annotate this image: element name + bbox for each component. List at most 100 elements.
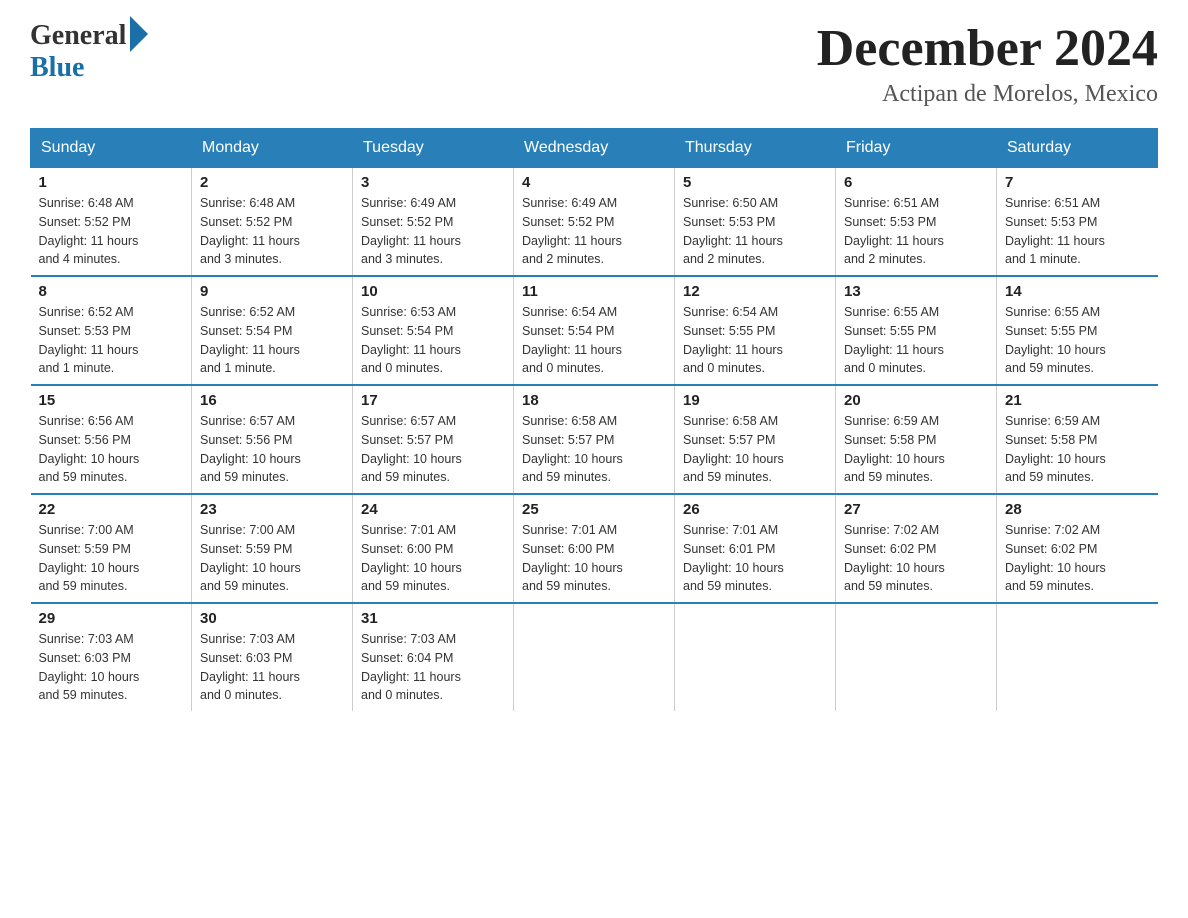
table-row: 29 Sunrise: 7:03 AM Sunset: 6:03 PM Dayli…: [31, 603, 192, 711]
logo-general-text: General: [30, 20, 126, 52]
day-number: 15: [39, 392, 184, 409]
table-row: 21 Sunrise: 6:59 AM Sunset: 5:58 PM Dayli…: [997, 385, 1158, 494]
table-row: 5 Sunrise: 6:50 AM Sunset: 5:53 PM Daylig…: [675, 168, 836, 277]
table-row: 30 Sunrise: 7:03 AM Sunset: 6:03 PM Dayli…: [192, 603, 353, 711]
day-number: 14: [1005, 283, 1150, 300]
day-number: 29: [39, 610, 184, 627]
table-row: 22 Sunrise: 7:00 AM Sunset: 5:59 PM Dayli…: [31, 494, 192, 603]
table-row: 18 Sunrise: 6:58 AM Sunset: 5:57 PM Dayli…: [514, 385, 675, 494]
title-section: December 2024 Actipan de Morelos, Mexico: [817, 20, 1158, 108]
day-number: 8: [39, 283, 184, 300]
calendar-week-row: 1 Sunrise: 6:48 AM Sunset: 5:52 PM Daylig…: [31, 168, 1158, 277]
day-info: Sunrise: 7:03 AM Sunset: 6:03 PM Dayligh…: [200, 630, 344, 705]
day-number: 25: [522, 501, 666, 518]
day-info: Sunrise: 6:48 AM Sunset: 5:52 PM Dayligh…: [200, 194, 344, 269]
day-number: 3: [361, 174, 505, 191]
table-row: 2 Sunrise: 6:48 AM Sunset: 5:52 PM Daylig…: [192, 168, 353, 277]
day-number: 27: [844, 501, 988, 518]
day-number: 19: [683, 392, 827, 409]
table-row: 23 Sunrise: 7:00 AM Sunset: 5:59 PM Dayli…: [192, 494, 353, 603]
day-number: 5: [683, 174, 827, 191]
day-info: Sunrise: 6:55 AM Sunset: 5:55 PM Dayligh…: [1005, 303, 1150, 378]
day-number: 20: [844, 392, 988, 409]
table-row: 4Sunrise: 6:49 AM Sunset: 5:52 PM Daylig…: [514, 168, 675, 277]
day-number: 30: [200, 610, 344, 627]
calendar-week-row: 8 Sunrise: 6:52 AM Sunset: 5:53 PM Daylig…: [31, 276, 1158, 385]
table-row: 12 Sunrise: 6:54 AM Sunset: 5:55 PM Dayli…: [675, 276, 836, 385]
day-info: Sunrise: 6:57 AM Sunset: 5:56 PM Dayligh…: [200, 412, 344, 487]
col-saturday: Saturday: [997, 129, 1158, 168]
day-info: Sunrise: 7:00 AM Sunset: 5:59 PM Dayligh…: [200, 521, 344, 596]
calendar-week-row: 15 Sunrise: 6:56 AM Sunset: 5:56 PM Dayli…: [31, 385, 1158, 494]
day-number: 18: [522, 392, 666, 409]
day-info: Sunrise: 6:52 AM Sunset: 5:53 PM Dayligh…: [39, 303, 184, 378]
table-row: 9Sunrise: 6:52 AM Sunset: 5:54 PM Daylig…: [192, 276, 353, 385]
day-info: Sunrise: 6:56 AM Sunset: 5:56 PM Dayligh…: [39, 412, 184, 487]
table-row: 31 Sunrise: 7:03 AM Sunset: 6:04 PM Dayli…: [353, 603, 514, 711]
day-info: Sunrise: 6:52 AM Sunset: 5:54 PM Dayligh…: [200, 303, 344, 378]
day-info: Sunrise: 6:55 AM Sunset: 5:55 PM Dayligh…: [844, 303, 988, 378]
table-row: 10 Sunrise: 6:53 AM Sunset: 5:54 PM Dayli…: [353, 276, 514, 385]
day-number: 12: [683, 283, 827, 300]
day-number: 22: [39, 501, 184, 518]
day-info: Sunrise: 6:59 AM Sunset: 5:58 PM Dayligh…: [844, 412, 988, 487]
table-row: 27 Sunrise: 7:02 AM Sunset: 6:02 PM Dayli…: [836, 494, 997, 603]
day-info: Sunrise: 6:54 AM Sunset: 5:55 PM Dayligh…: [683, 303, 827, 378]
calendar-table: Sunday Monday Tuesday Wednesday Thursday…: [30, 128, 1158, 711]
day-info: Sunrise: 7:01 AM Sunset: 6:00 PM Dayligh…: [361, 521, 505, 596]
table-row: 16 Sunrise: 6:57 AM Sunset: 5:56 PM Dayli…: [192, 385, 353, 494]
calendar-week-row: 22 Sunrise: 7:00 AM Sunset: 5:59 PM Dayli…: [31, 494, 1158, 603]
day-number: 23: [200, 501, 344, 518]
month-title: December 2024: [817, 20, 1158, 77]
day-number: 13: [844, 283, 988, 300]
col-friday: Friday: [836, 129, 997, 168]
day-number: 10: [361, 283, 505, 300]
day-info: Sunrise: 7:01 AM Sunset: 6:01 PM Dayligh…: [683, 521, 827, 596]
logo-blue-text: Blue: [30, 52, 84, 84]
day-info: Sunrise: 6:49 AM Sunset: 5:52 PM Dayligh…: [361, 194, 505, 269]
table-row: 28Sunrise: 7:02 AM Sunset: 6:02 PM Dayli…: [997, 494, 1158, 603]
day-info: Sunrise: 7:02 AM Sunset: 6:02 PM Dayligh…: [1005, 521, 1150, 596]
calendar-week-row: 29 Sunrise: 7:03 AM Sunset: 6:03 PM Dayli…: [31, 603, 1158, 711]
col-monday: Monday: [192, 129, 353, 168]
col-thursday: Thursday: [675, 129, 836, 168]
day-number: 26: [683, 501, 827, 518]
day-info: Sunrise: 7:03 AM Sunset: 6:03 PM Dayligh…: [39, 630, 184, 705]
day-info: Sunrise: 7:00 AM Sunset: 5:59 PM Dayligh…: [39, 521, 184, 596]
table-row: [675, 603, 836, 711]
table-row: [997, 603, 1158, 711]
table-row: 13 Sunrise: 6:55 AM Sunset: 5:55 PM Dayli…: [836, 276, 997, 385]
day-info: Sunrise: 6:53 AM Sunset: 5:54 PM Dayligh…: [361, 303, 505, 378]
day-number: 1: [39, 174, 184, 191]
table-row: [836, 603, 997, 711]
day-info: Sunrise: 7:02 AM Sunset: 6:02 PM Dayligh…: [844, 521, 988, 596]
day-number: 7: [1005, 174, 1150, 191]
table-row: 17Sunrise: 6:57 AM Sunset: 5:57 PM Dayli…: [353, 385, 514, 494]
table-row: 20 Sunrise: 6:59 AM Sunset: 5:58 PM Dayli…: [836, 385, 997, 494]
day-number: 2: [200, 174, 344, 191]
day-number: 21: [1005, 392, 1150, 409]
day-info: Sunrise: 6:48 AM Sunset: 5:52 PM Dayligh…: [39, 194, 184, 269]
day-number: 24: [361, 501, 505, 518]
table-row: 25 Sunrise: 7:01 AM Sunset: 6:00 PM Dayli…: [514, 494, 675, 603]
table-row: 14 Sunrise: 6:55 AM Sunset: 5:55 PM Dayli…: [997, 276, 1158, 385]
table-row: [514, 603, 675, 711]
day-number: 31: [361, 610, 505, 627]
day-info: Sunrise: 6:57 AM Sunset: 5:57 PM Dayligh…: [361, 412, 505, 487]
day-info: Sunrise: 6:51 AM Sunset: 5:53 PM Dayligh…: [844, 194, 988, 269]
logo: General Blue: [30, 20, 148, 84]
day-info: Sunrise: 6:59 AM Sunset: 5:58 PM Dayligh…: [1005, 412, 1150, 487]
table-row: 26 Sunrise: 7:01 AM Sunset: 6:01 PM Dayli…: [675, 494, 836, 603]
table-row: 6 Sunrise: 6:51 AM Sunset: 5:53 PM Daylig…: [836, 168, 997, 277]
day-info: Sunrise: 6:58 AM Sunset: 5:57 PM Dayligh…: [522, 412, 666, 487]
day-info: Sunrise: 6:58 AM Sunset: 5:57 PM Dayligh…: [683, 412, 827, 487]
location-title: Actipan de Morelos, Mexico: [817, 81, 1158, 108]
day-number: 6: [844, 174, 988, 191]
day-number: 16: [200, 392, 344, 409]
day-info: Sunrise: 6:50 AM Sunset: 5:53 PM Dayligh…: [683, 194, 827, 269]
day-info: Sunrise: 7:01 AM Sunset: 6:00 PM Dayligh…: [522, 521, 666, 596]
col-wednesday: Wednesday: [514, 129, 675, 168]
day-info: Sunrise: 6:49 AM Sunset: 5:52 PM Dayligh…: [522, 194, 666, 269]
table-row: 8 Sunrise: 6:52 AM Sunset: 5:53 PM Daylig…: [31, 276, 192, 385]
day-info: Sunrise: 7:03 AM Sunset: 6:04 PM Dayligh…: [361, 630, 505, 705]
